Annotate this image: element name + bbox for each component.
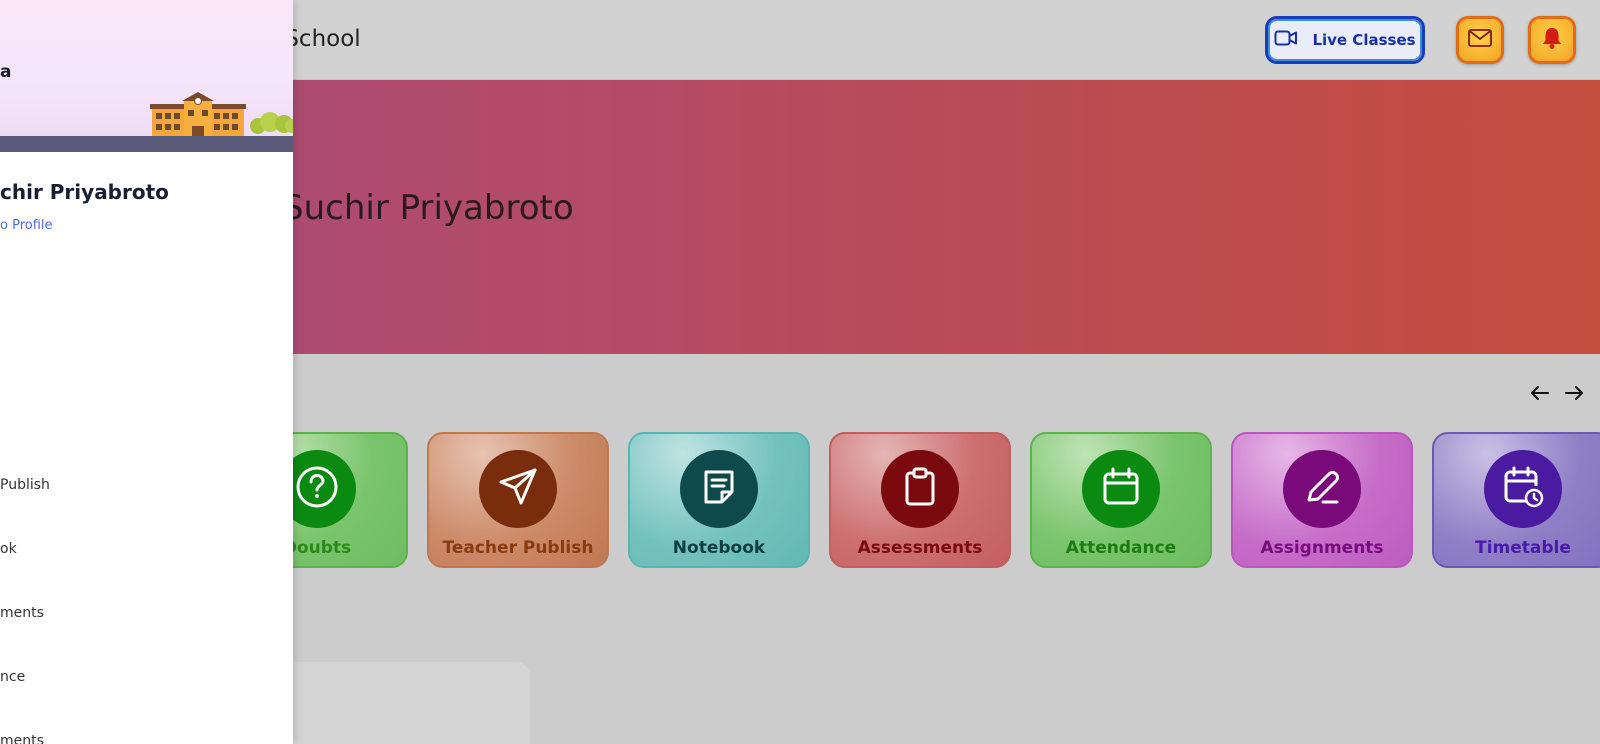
card-teacher-publish[interactable]: Teacher Publish	[427, 432, 609, 568]
messages-button[interactable]	[1456, 16, 1504, 64]
sidebar-drawer: a chir Priyabroto o Profile Publish ok m…	[0, 0, 293, 744]
sidebar-school-name: a	[0, 62, 12, 82]
card-label: Assessments	[857, 538, 983, 558]
card-label: Doubts	[282, 538, 352, 558]
calendar-clock-icon	[1500, 464, 1546, 514]
live-classes-label: Live Classes	[1312, 31, 1416, 49]
sidebar-item-teacher-publish[interactable]: Publish	[0, 477, 50, 493]
sidebar-item-assessments[interactable]: ments	[0, 605, 44, 621]
arrow-left-icon	[1530, 385, 1550, 405]
notifications-button[interactable]	[1528, 16, 1576, 64]
bell-icon	[1541, 26, 1563, 54]
video-camera-icon	[1274, 29, 1298, 51]
carousel-prev-button[interactable]	[1527, 382, 1553, 408]
card-attendance[interactable]: Attendance	[1030, 432, 1212, 568]
banner-student-name: Suchir Priyabroto	[282, 188, 574, 228]
live-classes-button[interactable]: Live Classes	[1265, 16, 1425, 64]
card-assignments[interactable]: Assignments	[1231, 432, 1413, 568]
card-label: Notebook	[672, 538, 766, 558]
sidebar-item-assignments[interactable]: ments	[0, 733, 44, 744]
card-label: Attendance	[1065, 538, 1177, 558]
timetable-icon-circle	[1484, 450, 1562, 528]
school-building-icon	[150, 92, 293, 142]
attendance-icon-circle	[1082, 450, 1160, 528]
assignments-icon-circle	[1283, 450, 1361, 528]
sidebar-item-attendance[interactable]: nce	[0, 669, 25, 685]
card-assessments[interactable]: Assessments	[829, 432, 1011, 568]
pencil-icon	[1299, 464, 1345, 514]
sidebar-student-name: chir Priyabroto	[0, 180, 169, 204]
carousel-next-button[interactable]	[1561, 382, 1587, 408]
sidebar-item-notebook[interactable]: ok	[0, 541, 17, 557]
card-label: Assignments	[1260, 538, 1384, 558]
notebook-icon-circle	[680, 450, 758, 528]
card-label: Teacher Publish	[442, 538, 594, 558]
card-label: Timetable	[1475, 538, 1571, 558]
teacher-publish-icon-circle	[479, 450, 557, 528]
view-profile-link[interactable]: o Profile	[0, 218, 53, 233]
sidebar-header-strip	[0, 136, 293, 152]
card-timetable[interactable]: Timetable	[1432, 432, 1600, 568]
clipboard-icon	[897, 464, 943, 514]
assessments-icon-circle	[881, 450, 959, 528]
sidebar-header: a	[0, 0, 293, 152]
card-notebook[interactable]: Notebook	[628, 432, 810, 568]
mail-icon	[1468, 29, 1492, 51]
question-circle-icon	[294, 464, 340, 514]
arrow-right-icon	[1564, 385, 1584, 405]
send-icon	[495, 464, 541, 514]
notebook-icon	[696, 464, 742, 514]
calendar-icon	[1098, 464, 1144, 514]
